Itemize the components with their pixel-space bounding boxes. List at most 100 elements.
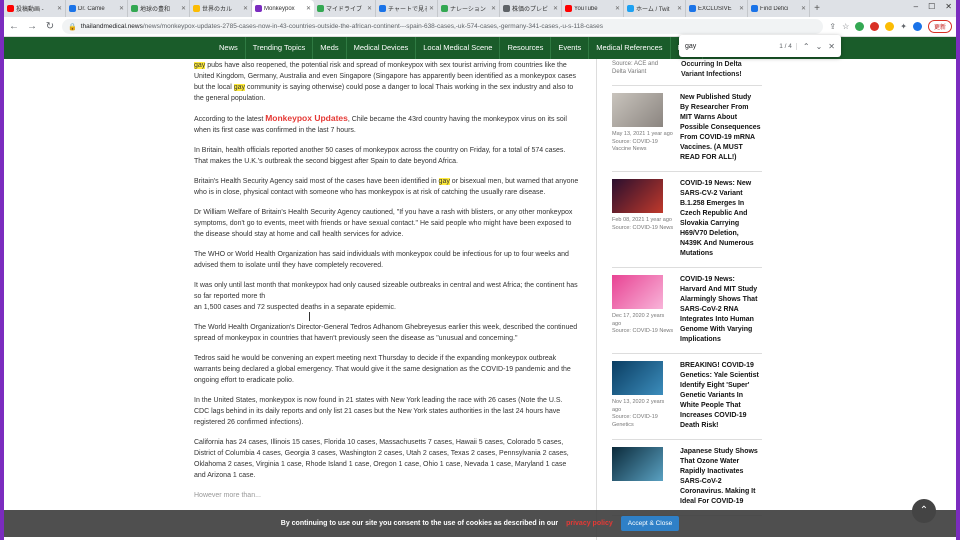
- story-date: Feb 08, 2021 1 year ago: [612, 217, 672, 223]
- browser-tab[interactable]: マイドライブ ✕: [314, 0, 376, 17]
- profile-avatar[interactable]: [912, 22, 922, 31]
- story-title[interactable]: BREAKING! COVID-19 Genetics: Yale Scient…: [680, 361, 762, 431]
- close-window-icon[interactable]: ✕: [945, 2, 952, 11]
- close-tab-icon[interactable]: ✕: [553, 5, 558, 12]
- browser-tab[interactable]: 地球の豊和 ✕: [128, 0, 190, 17]
- nav-item[interactable]: Meds: [313, 37, 347, 59]
- nav-item[interactable]: Medical References: [589, 37, 671, 59]
- privacy-policy-link[interactable]: privacy policy: [566, 520, 613, 527]
- puzzle-icon[interactable]: ✦: [900, 22, 907, 31]
- favicon-icon: [627, 5, 634, 12]
- story-thumbnail[interactable]: [612, 275, 663, 309]
- extension-icon[interactable]: [870, 22, 880, 31]
- story-title[interactable]: Occurring In Delta Variant Infections!: [681, 60, 761, 80]
- story-date: May 13, 2021 1 year ago: [612, 131, 673, 137]
- sidebar-story[interactable]: Dec 17, 2020 2 years ago Source: COVID-19…: [612, 268, 762, 354]
- find-highlight: gay: [438, 178, 450, 185]
- close-tab-icon[interactable]: ✕: [739, 5, 744, 12]
- tab-label: 世界のカル: [202, 7, 233, 13]
- tab-label: チャートで見る: [388, 7, 427, 13]
- browser-tab[interactable]: 投稿動画 - ✕: [4, 0, 66, 17]
- browser-tab[interactable]: Monkeypox ✕: [252, 0, 314, 17]
- reload-icon[interactable]: ↻: [44, 21, 56, 32]
- close-tab-icon[interactable]: ✕: [429, 5, 434, 12]
- close-tab-icon[interactable]: ✕: [181, 5, 186, 12]
- browser-tab[interactable]: 株価のプレビ ✕: [500, 0, 562, 17]
- nav-item[interactable]: Trending Topics: [246, 37, 314, 59]
- extension-icon[interactable]: [885, 22, 895, 31]
- story-title[interactable]: COVID-19 News: New SARS-CV-2 Variant B.1…: [680, 179, 762, 259]
- forward-icon[interactable]: →: [26, 21, 38, 32]
- update-button[interactable]: 更新: [927, 20, 952, 33]
- paragraph: Tedros said he would be convening an exp…: [194, 355, 571, 384]
- chevron-down-icon[interactable]: ⌄: [816, 42, 823, 51]
- browser-tab[interactable]: 世界のカル ✕: [190, 0, 252, 17]
- close-tab-icon[interactable]: ✕: [306, 5, 311, 12]
- tab-label: 地球の豊和: [140, 7, 171, 13]
- close-tab-icon[interactable]: ✕: [677, 5, 682, 12]
- find-input[interactable]: gay: [685, 43, 773, 50]
- browser-tab[interactable]: Find Defici ✕: [748, 0, 810, 17]
- accept-close-button[interactable]: Accept & Close: [620, 516, 680, 531]
- favicon-icon: [69, 5, 76, 12]
- back-icon[interactable]: ←: [8, 21, 20, 32]
- story-date: Nov 13, 2020 2 years ago: [612, 399, 665, 413]
- story-title[interactable]: New Published Study By Researcher From M…: [680, 93, 762, 163]
- browser-tab[interactable]: ホーム / Twit ✕: [624, 0, 686, 17]
- maximize-icon[interactable]: ☐: [928, 2, 935, 11]
- story-thumbnail[interactable]: [612, 447, 663, 481]
- story-title[interactable]: Japanese Study Shows That Ozone Water Ra…: [680, 447, 762, 507]
- paragraph: According to the latest Monkeypox Update…: [194, 113, 567, 134]
- browser-tab[interactable]: チャートで見る ✕: [376, 0, 438, 17]
- nav-item[interactable]: News: [212, 37, 246, 59]
- story-left: [612, 447, 674, 507]
- extension-icon[interactable]: [855, 22, 865, 31]
- browser-tab[interactable]: YouTube ✕: [562, 0, 624, 17]
- paragraph: Dr William Welfare of Britain's Health S…: [194, 209, 573, 238]
- tab-strip: 投稿動画 - ✕ Dr. Camie ✕ 地球の豊和 ✕ 世界のカル ✕ Monkeypox ✕ マ…: [4, 0, 956, 17]
- cookie-text: By continuing to use our site you consen…: [280, 520, 559, 527]
- browser-toolbar: ← → ↻ 🔒 thailandmedical.news/news/monkey…: [4, 17, 956, 37]
- browser-tab[interactable]: ナレーション ✕: [438, 0, 500, 17]
- sidebar-story[interactable]: Nov 13, 2020 2 years ago Source: COVID-19…: [612, 354, 762, 440]
- browser-tab[interactable]: EXCLUSIVE ✕: [686, 0, 748, 17]
- minimize-icon[interactable]: –: [914, 2, 918, 11]
- share-icon[interactable]: ⇪: [829, 22, 836, 31]
- close-tab-icon[interactable]: ✕: [801, 5, 806, 12]
- nav-item[interactable]: Local Medical Scene: [416, 37, 501, 59]
- toolbar-icons: ⇪ ☆ ✦: [829, 22, 922, 31]
- find-count: 1 / 4: [779, 42, 797, 50]
- nav-item[interactable]: Resources: [500, 37, 552, 59]
- story-date: Dec 17, 2020 2 years ago: [612, 313, 665, 327]
- story-title[interactable]: COVID-19 News: Harvard And MIT Study Ala…: [680, 275, 762, 345]
- close-tab-icon[interactable]: ✕: [119, 5, 124, 12]
- favicon-icon: [193, 5, 200, 12]
- chevron-up-icon[interactable]: ⌃: [803, 42, 810, 51]
- url-host: thailandmedical.news: [80, 23, 143, 30]
- story-thumbnail[interactable]: [612, 179, 663, 213]
- close-tab-icon[interactable]: ✕: [615, 5, 620, 12]
- close-tab-icon[interactable]: ✕: [491, 5, 496, 12]
- story-left: Feb 08, 2021 1 year ago Source: COVID-19 …: [612, 179, 674, 259]
- address-bar[interactable]: 🔒 thailandmedical.news/news/monkeypox-up…: [62, 19, 824, 34]
- monkeypox-updates-link[interactable]: Monkeypox Updates: [265, 113, 348, 123]
- close-tab-icon[interactable]: ✕: [243, 5, 248, 12]
- browser-tab[interactable]: Dr. Camie ✕: [66, 0, 128, 17]
- close-icon[interactable]: ✕: [828, 42, 835, 51]
- tab-label: YouTube: [574, 5, 598, 12]
- story-thumbnail[interactable]: [612, 93, 663, 127]
- new-tab-icon[interactable]: +: [810, 0, 824, 17]
- nav-item[interactable]: Events: [551, 37, 590, 59]
- bookmark-star-icon[interactable]: ☆: [842, 22, 849, 31]
- sidebar-story-partial[interactable]: Source: ACE and Delta Variant Occurring …: [612, 60, 762, 86]
- sidebar-story[interactable]: Japanese Study Shows That Ozone Water Ra…: [612, 440, 762, 516]
- sidebar-story[interactable]: May 13, 2021 1 year ago Source: COVID-19 …: [612, 86, 762, 172]
- close-tab-icon[interactable]: ✕: [57, 5, 62, 12]
- close-tab-icon[interactable]: ✕: [367, 5, 372, 12]
- story-thumbnail[interactable]: [612, 361, 663, 395]
- paragraph: However more than...: [194, 492, 261, 499]
- nav-item[interactable]: Medical Devices: [347, 37, 417, 59]
- sidebar-story[interactable]: Feb 08, 2021 1 year ago Source: COVID-19 …: [612, 172, 762, 268]
- scroll-to-top-button[interactable]: ⌃: [912, 499, 936, 523]
- story-source: Source: COVID-19 News: [612, 224, 674, 231]
